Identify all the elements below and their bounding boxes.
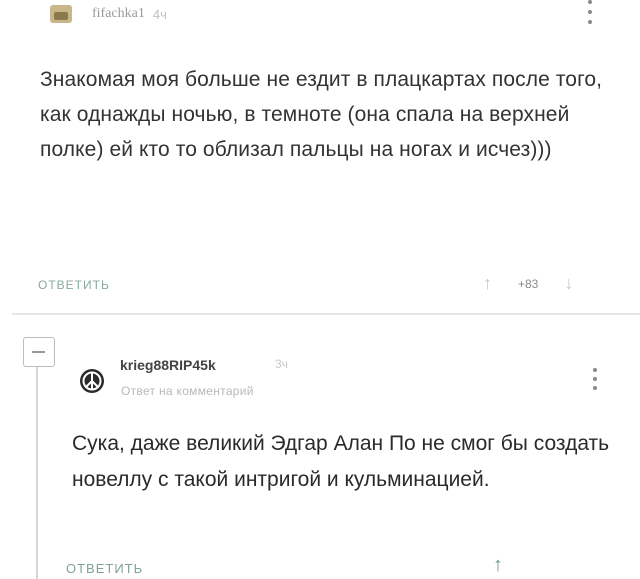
collapse-minus-icon[interactable] <box>23 337 55 367</box>
reply-text: Сука, даже великий Эдгар Алан По не смог… <box>72 432 610 491</box>
comment-header: fifachka1 4ч <box>50 2 167 26</box>
reply-username[interactable]: krieg88RIP45k <box>120 357 216 373</box>
arrow-down-icon[interactable]: ↓ <box>564 273 573 294</box>
arrow-up-icon[interactable]: ↑ <box>493 554 503 577</box>
reply-button[interactable]: ОТВЕТИТЬ <box>38 278 110 292</box>
more-vertical-icon[interactable] <box>587 0 593 24</box>
reply-context[interactable]: Ответ на комментарий <box>121 384 254 398</box>
more-vertical-icon[interactable] <box>592 368 598 390</box>
reply-time: 3ч <box>275 357 288 371</box>
vote-controls: ↑ +83 ↓ <box>483 273 573 294</box>
user-avatar[interactable] <box>50 5 72 23</box>
comment-text: Знакомая моя больше не ездит в плацкарта… <box>40 68 603 161</box>
comment-rating: +83 <box>518 276 539 291</box>
reply-button[interactable]: ОТВЕТИТЬ <box>66 561 143 576</box>
peace-symbol-icon[interactable] <box>79 368 105 394</box>
thread-line <box>36 367 38 579</box>
comment-time: 4ч <box>152 6 167 22</box>
comments-page: fifachka1 4ч Знакомая моя больше не езди… <box>0 0 640 579</box>
divider <box>12 313 640 315</box>
arrow-up-icon[interactable]: ↑ <box>483 273 492 294</box>
comment-username[interactable]: fifachka1 <box>92 6 145 22</box>
